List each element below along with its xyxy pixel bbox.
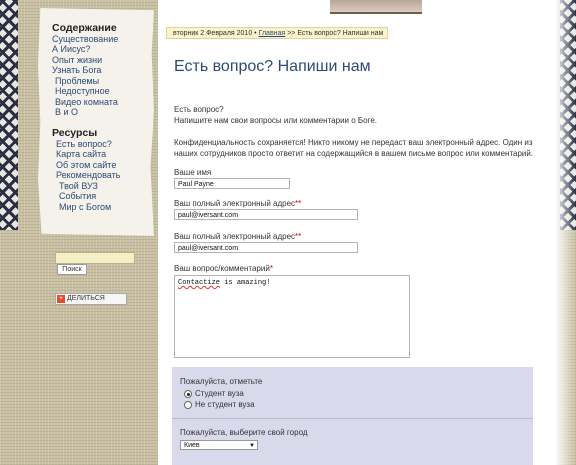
sidebar-item-problems[interactable]: Проблемы <box>52 76 118 87</box>
breadcrumb-current: Есть вопрос? Напиши нам <box>297 30 384 37</box>
chevron-down-icon: ▼ <box>249 443 255 449</box>
email-confirm-required-mark: ** <box>295 232 302 241</box>
email-label-text: Ваш полный электронный адрес <box>174 199 296 208</box>
sidebar-contents: Содержание Существование А Иисус? Опыт ж… <box>52 23 118 118</box>
privacy-line-1: Конфиденциальность сохраняется! Никто ни… <box>174 138 533 147</box>
sidebar-item-know-god[interactable]: Узнать Бога <box>52 65 118 76</box>
header-photo <box>330 0 422 14</box>
privacy-text: Конфиденциальность сохраняется! Никто ни… <box>174 137 534 159</box>
resources-heading: Ресурсы <box>52 127 98 139</box>
radio-not-student[interactable] <box>184 401 192 409</box>
comment-text-rest: is amazing! <box>220 279 271 287</box>
city-label: Пожалуйста, выберите свой город <box>180 428 308 437</box>
sidebar-item-qa[interactable]: В и О <box>52 107 118 118</box>
sidebar-item-have-question[interactable]: Есть вопрос? <box>52 139 120 150</box>
email-confirm-field[interactable]: paul@iversant.com <box>174 242 358 253</box>
share-button[interactable]: + ДЕЛИТЬСЯ <box>55 293 127 305</box>
breadcrumb-arrow: >> <box>287 30 296 37</box>
decorative-pattern-left <box>0 0 18 230</box>
radio-student-label[interactable]: Студент вуза <box>195 389 244 398</box>
sidebar-item-about[interactable]: Об этом сайте <box>52 160 120 171</box>
intro-line-1: Есть вопрос? <box>174 105 224 114</box>
name-field[interactable]: Paul Payne <box>174 178 290 189</box>
sidebar-item-peace-with-god[interactable]: Мир с Богом <box>52 202 120 213</box>
sidebar-item-sitemap[interactable]: Карта сайта <box>52 149 120 160</box>
breadcrumb-home-link[interactable]: Главная <box>259 30 286 37</box>
page-title: Есть вопрос? Напиши нам <box>174 58 371 75</box>
comment-required-mark: * <box>269 264 273 273</box>
city-select-value: Киев <box>184 442 200 449</box>
breadcrumb-separator: • <box>254 30 257 37</box>
breadcrumb-date: вторник 2 Февраля 2010 <box>173 30 253 37</box>
comment-label-text: Ваш вопрос/комментарий <box>174 264 270 273</box>
sidebar-item-recommend[interactable]: Рекомендовать <box>52 170 120 181</box>
sidebar-item-events[interactable]: События <box>52 191 120 202</box>
sidebar-item-inaccessible[interactable]: Недоступное <box>52 86 118 97</box>
privacy-line-2: наших сотрудников просто ответит на соде… <box>174 149 534 158</box>
comment-misspelled-word: Contactize <box>178 279 221 287</box>
email-confirm-label: Ваш полный электронный адрес** <box>174 232 301 241</box>
comment-label: Ваш вопрос/комментарий* <box>174 264 273 273</box>
sidebar-item-existence[interactable]: Существование <box>52 34 118 45</box>
email-confirm-label-text: Ваш полный электронный адрес <box>174 232 296 241</box>
email-label: Ваш полный электронный адрес** <box>174 199 301 208</box>
share-label: ДЕЛИТЬСЯ <box>67 295 105 302</box>
sidebar-item-video-room[interactable]: Видео комната <box>52 97 118 108</box>
status-label: Пожалуйста, отметьте <box>180 377 263 386</box>
contents-heading: Содержание <box>52 22 117 34</box>
share-plus-icon: + <box>57 295 65 303</box>
email-field[interactable]: paul@iversant.com <box>174 209 358 220</box>
sidebar-search-button[interactable]: Поиск <box>57 264 87 275</box>
sidebar-item-your-university[interactable]: Твой ВУЗ <box>52 181 120 192</box>
name-label: Ваше имя <box>174 168 212 177</box>
panel-divider <box>172 418 533 419</box>
sidebar-search-input[interactable] <box>55 252 135 264</box>
breadcrumb: вторник 2 Февраля 2010 • Главная >> Есть… <box>166 27 388 39</box>
intro-line-2: Напишите нам свои вопросы или комментари… <box>174 116 378 125</box>
torn-edge-right <box>540 0 576 465</box>
radio-not-student-label[interactable]: Не студент вуза <box>195 400 255 409</box>
email-required-mark: ** <box>295 199 302 208</box>
sidebar-resources: Ресурсы Есть вопрос? Карта сайта Об этом… <box>52 128 120 212</box>
sidebar-item-jesus[interactable]: А Иисус? <box>52 44 118 55</box>
intro-text: Есть вопрос? Напишите нам свои вопросы и… <box>174 104 377 126</box>
city-select[interactable]: Киев ▼ <box>180 440 258 450</box>
sidebar-item-life-experience[interactable]: Опыт жизни <box>52 55 118 66</box>
radio-student[interactable] <box>184 390 192 398</box>
comment-textarea[interactable]: Contactize is amazing! <box>174 275 410 358</box>
